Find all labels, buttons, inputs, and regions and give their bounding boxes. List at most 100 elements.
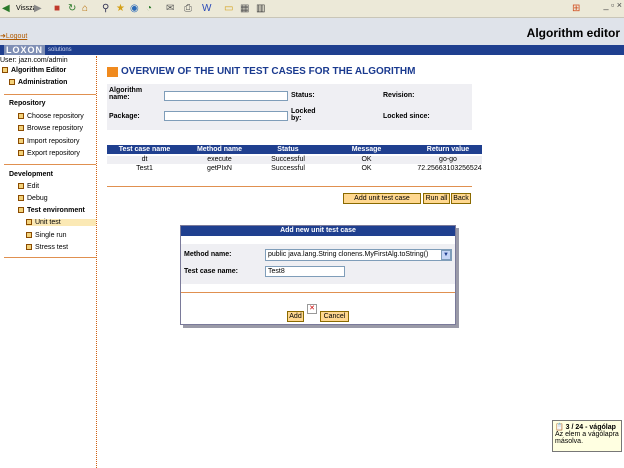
locked-by-label: Locked by: (291, 108, 316, 122)
table-cell: dt (141, 156, 148, 163)
column-header: Message (351, 146, 382, 153)
edit-icon[interactable]: W (202, 3, 211, 15)
back-button[interactable]: Back (451, 193, 471, 204)
folder-icon (2, 67, 8, 74)
logo: LOXON (4, 45, 46, 55)
forward-icon[interactable]: ▶ (34, 3, 42, 15)
item-icon (26, 232, 32, 239)
sidebar-item-debug[interactable]: Debug (18, 195, 48, 202)
add-unit-test-case-button[interactable]: Add unit test case (343, 193, 421, 204)
page-title: OVERVIEW OF THE UNIT TEST CASES FOR THE … (121, 66, 416, 77)
sidebar-divider (4, 94, 96, 95)
sidebar-item-choose-repository[interactable]: Choose repository (18, 113, 84, 120)
dialog-divider (181, 292, 455, 293)
favorites-icon[interactable]: ★ (116, 3, 125, 15)
table-cell: OK (361, 165, 372, 172)
print-icon[interactable]: ⎙ (184, 3, 192, 15)
algorithm-info-panel (107, 84, 472, 130)
revision-label: Revision: (383, 92, 415, 99)
title-square-icon (107, 67, 118, 77)
sidebar-item-unit-test[interactable]: Unit test (26, 219, 96, 226)
column-header: Test case name (118, 146, 171, 153)
table-row[interactable]: dt execute Successful OK go-go (107, 156, 482, 164)
table-cell: OK (361, 156, 372, 163)
item-icon (18, 125, 24, 132)
item-icon (18, 195, 24, 202)
sidebar-item-browse-repository[interactable]: Browse repository (18, 125, 83, 132)
column-header: Status (277, 146, 299, 153)
back-icon[interactable]: ◀ (2, 3, 10, 15)
divider (107, 186, 472, 187)
item-icon (26, 219, 32, 226)
windows-logo-icon: ⊞ (572, 3, 581, 14)
method-name-select[interactable]: public java.lang.String clonens.MyFirstA… (265, 249, 452, 261)
messenger-icon[interactable]: ▥ (256, 3, 265, 15)
table-header: Test case name Method name Status Messag… (107, 145, 482, 154)
table-cell: Test1 (136, 165, 153, 172)
item-icon (18, 150, 24, 157)
sidebar-section-repository: Repository (9, 100, 46, 107)
locked-since-label: Locked since: (383, 113, 430, 120)
sidebar-item-edit[interactable]: Edit (18, 183, 39, 190)
logout-link[interactable]: ➜Logout (0, 32, 27, 40)
sidebar-item-test-environment[interactable]: Test environment (18, 207, 85, 214)
home-icon[interactable]: ⌂ (82, 3, 88, 15)
table-cell: go-go (439, 156, 457, 163)
sidebar-item-export-repository[interactable]: Export repository (18, 150, 80, 157)
stop-icon[interactable]: ■ (54, 3, 60, 15)
test-case-name-input[interactable]: Test8 (265, 266, 345, 277)
refresh-icon[interactable]: ↻ (68, 3, 76, 15)
algorithm-name-label: Algorithm name: (109, 87, 143, 101)
package-label: Package: (109, 113, 140, 120)
table-cell: getPIxN (207, 165, 232, 172)
chevron-down-icon[interactable]: ▼ (441, 250, 451, 260)
tooltip-title: 📋 3 / 24 - vágólap (555, 424, 616, 431)
sidebar-item-single-run[interactable]: Single run (26, 232, 67, 239)
dialog-title: Add new unit test case (181, 226, 455, 236)
column-header: Method name (196, 146, 243, 153)
app-title: Algorithm editor (526, 26, 620, 40)
status-label: Status: (291, 92, 315, 99)
test-case-name-label: Test case name: (184, 268, 238, 275)
item-icon (18, 113, 24, 120)
broken-image-icon: ✕ (307, 304, 317, 314)
media-icon[interactable]: ◉ (130, 3, 139, 15)
logout-label[interactable]: Logout (6, 33, 27, 40)
sidebar-divider (4, 164, 96, 165)
package-field[interactable] (164, 111, 288, 121)
algorithm-name-field[interactable] (164, 91, 288, 101)
folder-icon (9, 79, 15, 86)
method-name-label: Method name: (184, 251, 232, 258)
clipboard-tooltip: 📋 3 / 24 - vágólap Az elem a vágólapra m… (552, 420, 622, 452)
sidebar-item-import-repository[interactable]: Import repository (18, 138, 80, 145)
search-icon[interactable]: ⚲ (102, 3, 109, 15)
sidebar-divider (4, 257, 96, 258)
cancel-button[interactable]: Cancel (320, 311, 349, 322)
sidebar-section-development: Development (9, 171, 53, 178)
sidebar-item-stress-test[interactable]: Stress test (26, 244, 68, 251)
discuss-icon[interactable]: ▦ (240, 3, 249, 15)
mail-icon[interactable]: ✉ (166, 3, 174, 15)
brand-bar (0, 45, 624, 55)
sidebar-item-administration[interactable]: Administration (9, 79, 67, 86)
browser-toolbar: ◀ Vissza ▶ ■ ↻ ⌂ ⚲ ★ ◉ ◔ ✉ ⎙ W ▭ ▦ ▥ ⊞ (0, 0, 624, 18)
column-header: Return value (426, 146, 470, 153)
item-icon (26, 244, 32, 251)
table-row[interactable]: Test1 getPIxN Successful OK 72.256631032… (107, 165, 482, 173)
folder-icon (18, 207, 24, 214)
add-button[interactable]: Add (287, 311, 304, 322)
window-controls[interactable]: _ ▫ × (604, 0, 622, 10)
sidebar-root[interactable]: Algorithm Editor (2, 67, 66, 74)
run-all-button[interactable]: Run all (423, 193, 450, 204)
table-cell: Successful (271, 165, 305, 172)
item-icon (18, 138, 24, 145)
tooltip-text: Az elem a vágólapra másolva. (555, 431, 619, 445)
history-icon[interactable]: ◔ (146, 3, 152, 15)
table-cell: execute (207, 156, 232, 163)
folder-icon[interactable]: ▭ (224, 3, 233, 15)
table-cell: Successful (271, 156, 305, 163)
item-icon (18, 183, 24, 190)
clipboard-icon: 📋 (555, 424, 564, 431)
logo-subtitle: solutions (48, 47, 72, 53)
user-label: User: jazn.com/admin (0, 57, 68, 64)
